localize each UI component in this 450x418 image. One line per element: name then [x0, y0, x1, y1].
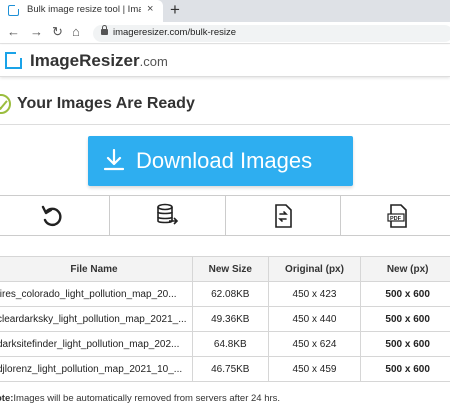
divider [0, 124, 450, 125]
table-row: tires_colorado_light_pollution_map_20...… [0, 281, 450, 307]
file-name-cell: tires_colorado_light_pollution_map_20... [0, 281, 193, 307]
file-convert-icon [274, 203, 292, 228]
start-over-button[interactable] [0, 196, 111, 235]
download-icon [104, 149, 124, 171]
home-icon[interactable]: ⌂ [72, 24, 80, 39]
browser-tab-bar: Bulk image resize tool | ImageRe × + [0, 0, 450, 22]
download-label: Download Images [136, 148, 313, 173]
check-circle-icon [0, 94, 11, 114]
results-table: File Name New Size Original (px) New (px… [0, 256, 450, 382]
file-name-cell: darksitefinder_light_pollution_map_202..… [0, 331, 193, 357]
save-to-cloud-button[interactable] [110, 196, 226, 235]
pdf-icon: PDF [387, 203, 407, 228]
forward-icon[interactable]: → [30, 24, 43, 39]
file-name-cell: cleardarksky_light_pollution_map_2021_..… [0, 306, 193, 332]
new-size-cell: 49.36KB [191, 306, 269, 332]
original-px-cell: 450 x 459 [267, 356, 362, 382]
new-px-cell: 500 x 600 [360, 281, 450, 307]
tab-title: Bulk image resize tool | ImageRe [27, 4, 141, 15]
original-px-cell: 450 x 423 [267, 281, 362, 307]
original-px-cell: 450 x 440 [267, 306, 362, 332]
new-size-cell: 46.75KB [191, 356, 269, 382]
header-new-px: New (px) [360, 256, 450, 282]
reload-icon[interactable]: ↻ [52, 24, 63, 40]
site-favicon-icon [8, 4, 20, 16]
tab-close-icon[interactable]: × [147, 3, 153, 15]
back-icon[interactable]: ← [7, 24, 20, 39]
original-px-cell: 450 x 624 [267, 331, 362, 357]
ready-heading: Your Images Are Ready [0, 94, 450, 124]
pdf-button[interactable]: PDF [341, 196, 450, 235]
table-row: djlorenz_light_pollution_map_2021_10_...… [0, 356, 450, 382]
header-file-name: File Name [0, 256, 193, 282]
logo-main: ImageResizer [30, 51, 140, 70]
browser-tab[interactable]: Bulk image resize tool | ImageRe × [0, 0, 163, 22]
new-size-cell: 64.8KB [191, 331, 269, 357]
logo-suffix: .com [139, 54, 168, 69]
new-px-cell: 500 x 600 [360, 306, 450, 332]
retention-note: ote:Images will be automatically removed… [0, 393, 280, 404]
new-px-cell: 500 x 600 [360, 331, 450, 357]
new-px-cell: 500 x 600 [360, 356, 450, 382]
address-bar[interactable]: imageresizer.com/bulk-resize [93, 25, 450, 42]
new-size-cell: 62.08KB [191, 281, 269, 307]
note-text: Images will be automatically removed fro… [13, 393, 281, 404]
download-images-button[interactable]: Download Images [88, 136, 353, 186]
note-label: ote: [0, 393, 14, 404]
site-header: ImageResizer.com [0, 45, 450, 77]
svg-text:PDF: PDF [390, 216, 402, 222]
table-row: cleardarksky_light_pollution_map_2021_..… [0, 306, 450, 332]
new-tab-button[interactable]: + [170, 0, 180, 20]
header-new-size: New Size [191, 256, 269, 282]
browser-toolbar: ← → ↻ ⌂ imageresizer.com/bulk-resize [0, 22, 450, 44]
convert-button[interactable] [226, 196, 341, 235]
url-text: imageresizer.com/bulk-resize [113, 27, 237, 38]
database-export-icon [157, 203, 179, 225]
logo-icon[interactable] [5, 51, 23, 69]
file-name-cell: djlorenz_light_pollution_map_2021_10_... [0, 356, 193, 382]
site-logo[interactable]: ImageResizer.com [30, 51, 168, 71]
undo-icon [41, 205, 62, 226]
action-row: PDF [0, 195, 450, 236]
table-header-row: File Name New Size Original (px) New (px… [0, 256, 450, 282]
header-original-px: Original (px) [267, 256, 362, 282]
lock-icon [101, 25, 108, 35]
table-row: darksitefinder_light_pollution_map_202..… [0, 331, 450, 357]
page-title: Your Images Are Ready [17, 95, 195, 112]
